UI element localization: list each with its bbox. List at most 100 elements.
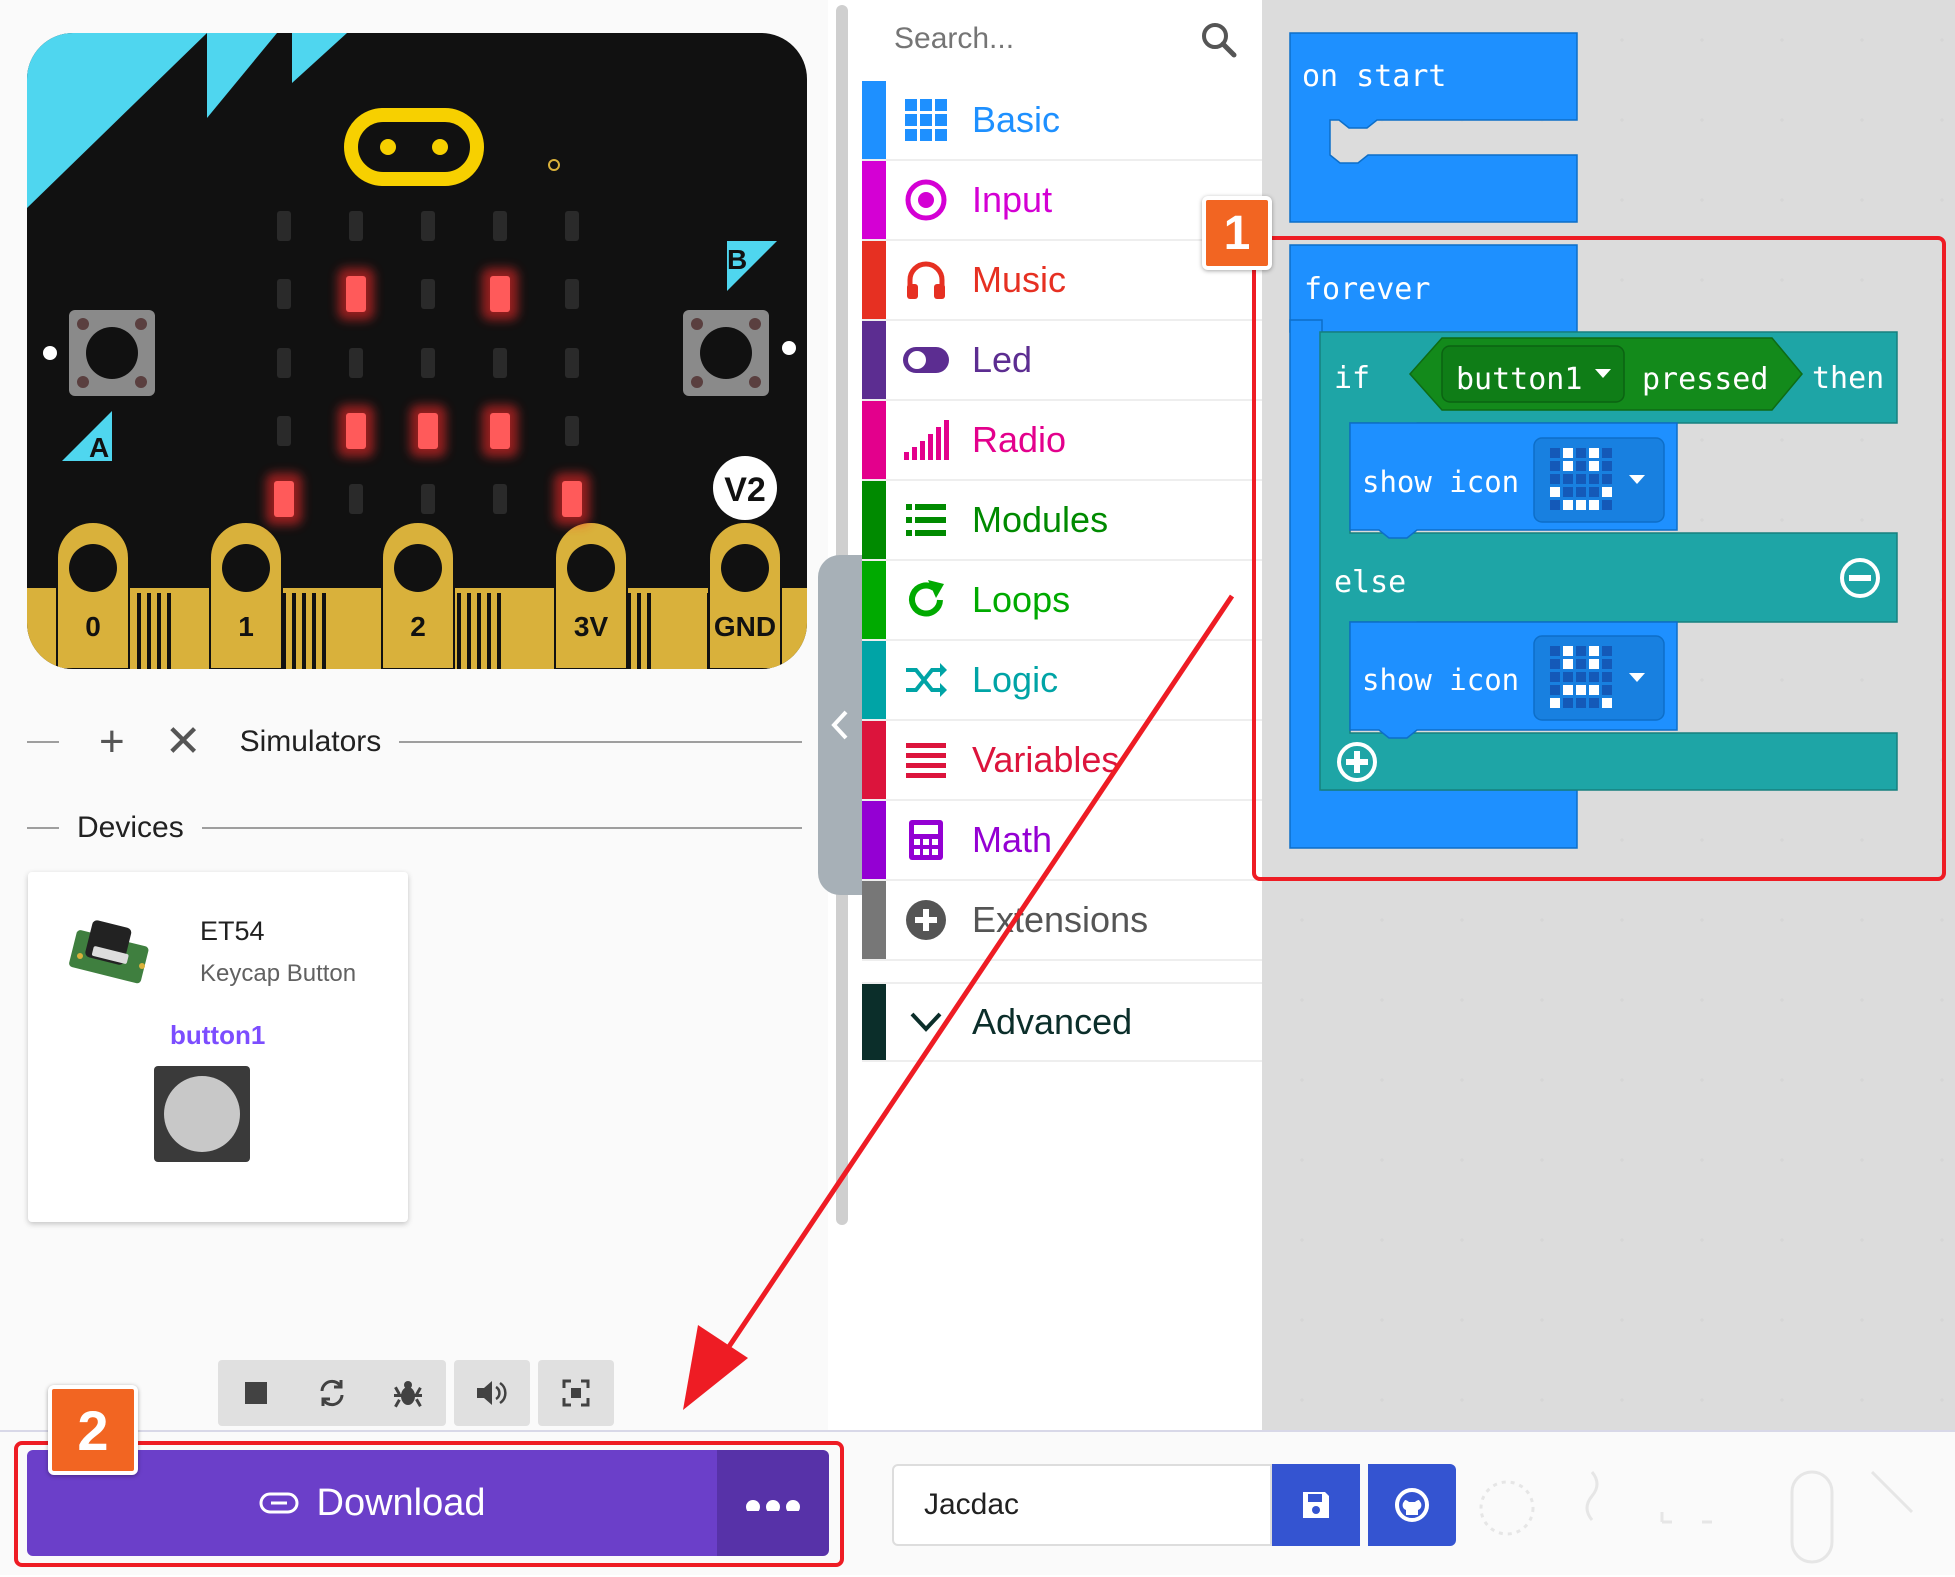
search-bar[interactable]: Search... <box>862 0 1262 80</box>
led-off <box>421 348 435 378</box>
category-radio[interactable]: Radio <box>862 401 1262 481</box>
led-off <box>277 279 291 309</box>
led-off <box>421 211 435 241</box>
category-stripe <box>862 161 886 239</box>
led-off <box>277 348 291 378</box>
button-b-label: B <box>727 244 747 275</box>
keycap-button[interactable] <box>154 1066 250 1162</box>
signal-bars-icon <box>902 416 950 464</box>
simulators-header: + ✕ Simulators <box>27 720 802 764</box>
close-icon[interactable]: ✕ <box>165 720 202 764</box>
annotation-highlight-1 <box>1252 236 1946 881</box>
category-extensions[interactable]: Extensions <box>862 881 1262 961</box>
category-stripe <box>862 481 886 559</box>
fullscreen-icon[interactable] <box>538 1360 614 1426</box>
led-off <box>421 484 435 514</box>
project-name-input[interactable]: Jacdac <box>892 1464 1272 1546</box>
led-off <box>493 211 507 241</box>
category-stripe <box>862 801 886 879</box>
search-input[interactable]: Search... <box>894 22 1014 56</box>
keycap-module-icon <box>69 920 149 984</box>
led-off <box>565 416 579 446</box>
pin-label-1: 1 <box>238 611 254 642</box>
github-icon <box>1395 1488 1429 1522</box>
category-label: Led <box>972 339 1033 380</box>
category-label: Basic <box>972 99 1061 140</box>
category-label: Modules <box>972 499 1109 540</box>
version-badge: V2 <box>724 471 766 509</box>
calculator-icon <box>902 816 950 864</box>
device-card[interactable]: ET54 Keycap Button button1 <box>28 872 408 1222</box>
category-math[interactable]: Math <box>862 801 1262 881</box>
category-stripe <box>862 401 886 479</box>
led-on <box>274 481 294 517</box>
led-off <box>565 211 579 241</box>
category-loops[interactable]: Loops <box>862 561 1262 641</box>
annotation-highlight-2 <box>14 1441 844 1567</box>
stop-icon[interactable] <box>218 1360 294 1426</box>
simulator-panel: A B V2 0 1 2 3V GND + ✕ Simulators Devic… <box>0 0 828 1430</box>
run-controls <box>218 1360 446 1426</box>
category-stripe <box>862 984 886 1060</box>
pin-label-0: 0 <box>85 611 101 642</box>
save-button[interactable] <box>1272 1464 1360 1546</box>
annotation-badge-2: 2 <box>48 1385 138 1475</box>
category-stripe <box>862 721 886 799</box>
pin-label-gnd: GND <box>714 611 776 642</box>
category-label: Extensions <box>972 899 1149 940</box>
mute-icon[interactable] <box>454 1360 530 1426</box>
device-instance-name: button1 <box>170 1020 266 1050</box>
category-stripe <box>862 641 886 719</box>
search-icon[interactable] <box>1199 20 1239 60</box>
category-stripe <box>862 321 886 399</box>
keycap[interactable] <box>164 1076 240 1152</box>
category-led[interactable]: Led <box>862 321 1262 401</box>
led-off <box>421 279 435 309</box>
debug-icon[interactable] <box>370 1360 446 1426</box>
category-label: Radio <box>972 419 1067 460</box>
divider <box>27 827 59 829</box>
led-on <box>346 276 366 312</box>
divider <box>27 741 59 743</box>
restart-icon[interactable] <box>294 1360 370 1426</box>
add-simulator-icon[interactable]: + <box>99 720 125 764</box>
save-icon <box>1303 1492 1329 1518</box>
collapse-simulator-button[interactable] <box>818 555 862 895</box>
chevron-left-icon <box>831 710 848 740</box>
microbit-board[interactable]: A B V2 0 1 2 3V GND <box>27 33 807 669</box>
category-modules[interactable]: Modules <box>862 481 1262 561</box>
divider <box>399 741 802 743</box>
simulator-toolbar <box>218 1360 614 1426</box>
led-off <box>349 211 363 241</box>
category-stripe <box>862 241 886 319</box>
category-stripe <box>862 561 886 639</box>
device-description: Keycap Button <box>200 960 357 987</box>
grid-icon <box>902 96 950 144</box>
category-advanced[interactable]: Advanced <box>862 982 1262 1062</box>
target-icon <box>902 176 950 224</box>
on-start-label: on start <box>1302 59 1447 94</box>
led-off <box>349 484 363 514</box>
category-variables[interactable]: Variables <box>862 721 1262 801</box>
category-logic[interactable]: Logic <box>862 641 1262 721</box>
button-a-label: A <box>89 432 109 463</box>
category-stripe <box>862 881 886 959</box>
headphones-icon <box>902 256 950 304</box>
simulators-label: Simulators <box>239 725 382 758</box>
pin-label-2: 2 <box>410 611 426 642</box>
led-off <box>565 348 579 378</box>
led-off <box>349 348 363 378</box>
annotation-badge-1: 1 <box>1202 196 1272 270</box>
category-basic[interactable]: Basic <box>862 81 1262 161</box>
github-button[interactable] <box>1368 1464 1456 1546</box>
toggle-icon <box>902 336 950 384</box>
shuffle-icon <box>902 656 950 704</box>
led-on <box>562 481 582 517</box>
led-on <box>418 413 438 449</box>
category-label: Variables <box>972 739 1120 780</box>
led-off <box>277 416 291 446</box>
led-off <box>565 279 579 309</box>
led-on <box>490 413 510 449</box>
led-off <box>493 348 507 378</box>
category-stripe <box>862 81 886 159</box>
